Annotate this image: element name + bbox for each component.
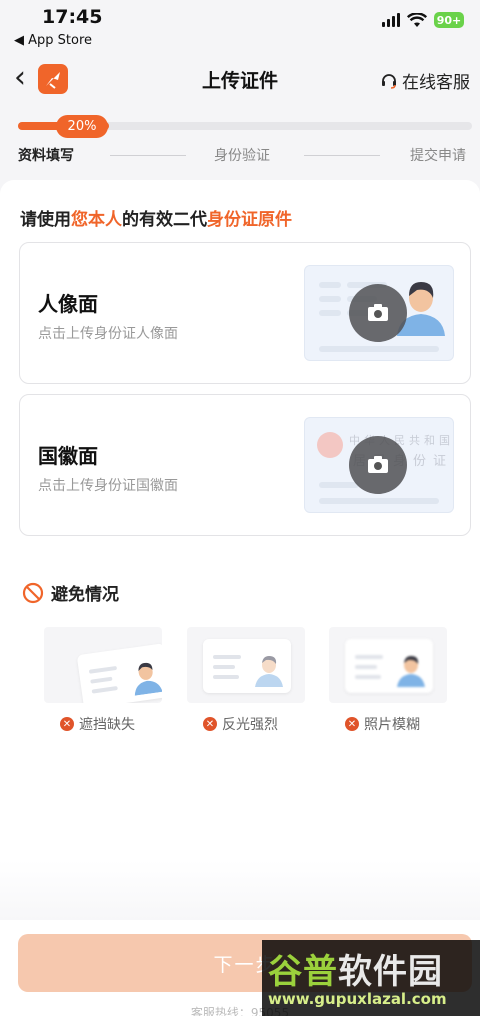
example-occluded	[44, 627, 162, 703]
headset-icon	[382, 73, 396, 89]
instruction-highlight: 您本人	[71, 210, 122, 230]
wifi-icon	[407, 12, 427, 27]
id-emblem-thumbnail: 中华人民共和国 居民身份证	[304, 417, 454, 513]
upload-card-portrait[interactable]: 人像面 点击上传身份证人像面	[19, 242, 471, 384]
status-bar: 17:45 ◀ App Store 90+	[0, 0, 480, 56]
progress-badge: 20%	[56, 115, 108, 138]
step-indicator: 资料填写 身份验证 提交申请	[18, 145, 472, 169]
watermark-url: www.gupuxlazal.com	[268, 990, 447, 1008]
step-divider	[110, 155, 186, 156]
card-subtitle: 点击上传身份证人像面	[38, 326, 178, 342]
example-label-text: 反光强烈	[222, 717, 278, 733]
upload-instruction: 请使用您本人的有效二代身份证原件	[20, 205, 292, 230]
camera-icon[interactable]	[349, 436, 407, 494]
avoid-title-text: 避免情况	[51, 585, 119, 605]
instruction-text: 的有效二代	[122, 210, 207, 230]
watermark-logo-part: 软件园	[338, 952, 443, 992]
watermark-logo-part: 谷普	[268, 952, 338, 992]
watermark: 谷普软件园 www.gupuxlazal.com	[262, 940, 480, 1016]
example-label-occluded: ✕ 遮挡缺失	[60, 714, 135, 734]
online-service-label: 在线客服	[402, 73, 470, 93]
example-label-text: 遮挡缺失	[79, 717, 135, 733]
nav-bar: ‹ 上传证件 在线客服	[0, 56, 480, 104]
example-glare	[187, 627, 305, 703]
id-portrait-thumbnail	[304, 265, 454, 361]
card-subtitle: 点击上传身份证国徽面	[38, 478, 178, 494]
status-time: 17:45	[42, 6, 103, 28]
example-label-text: 照片模糊	[364, 717, 420, 733]
online-service-button[interactable]: 在线客服	[380, 68, 470, 93]
instruction-text: 请使用	[20, 210, 71, 230]
prohibited-icon	[22, 582, 44, 603]
example-blurry	[329, 627, 447, 703]
example-label-blurry: ✕ 照片模糊	[345, 714, 420, 734]
error-x-icon: ✕	[60, 717, 74, 731]
card-title: 国徽面	[38, 444, 98, 468]
national-emblem-icon	[317, 432, 343, 458]
status-icons: 90+	[382, 12, 464, 28]
step-fill-info: 资料填写	[18, 148, 74, 164]
error-x-icon: ✕	[345, 717, 359, 731]
instruction-highlight: 身份证原件	[207, 210, 292, 230]
watermark-logo: 谷普软件园	[268, 944, 443, 993]
camera-icon[interactable]	[349, 284, 407, 342]
error-x-icon: ✕	[203, 717, 217, 731]
back-to-app-store-link[interactable]: ◀ App Store	[14, 33, 92, 48]
step-submit: 提交申请	[410, 148, 466, 164]
card-title: 人像面	[38, 292, 98, 316]
avoid-section-title: 避免情况	[22, 580, 119, 605]
upload-card-emblem[interactable]: 国徽面 点击上传身份证国徽面 中华人民共和国 居民身份证	[19, 394, 471, 536]
bottom-fade	[0, 860, 480, 920]
step-identity-verify: 身份验证	[214, 148, 270, 164]
step-divider	[304, 155, 380, 156]
signal-icon	[382, 13, 400, 27]
battery-indicator: 90+	[434, 12, 464, 28]
example-label-glare: ✕ 反光强烈	[203, 714, 278, 734]
